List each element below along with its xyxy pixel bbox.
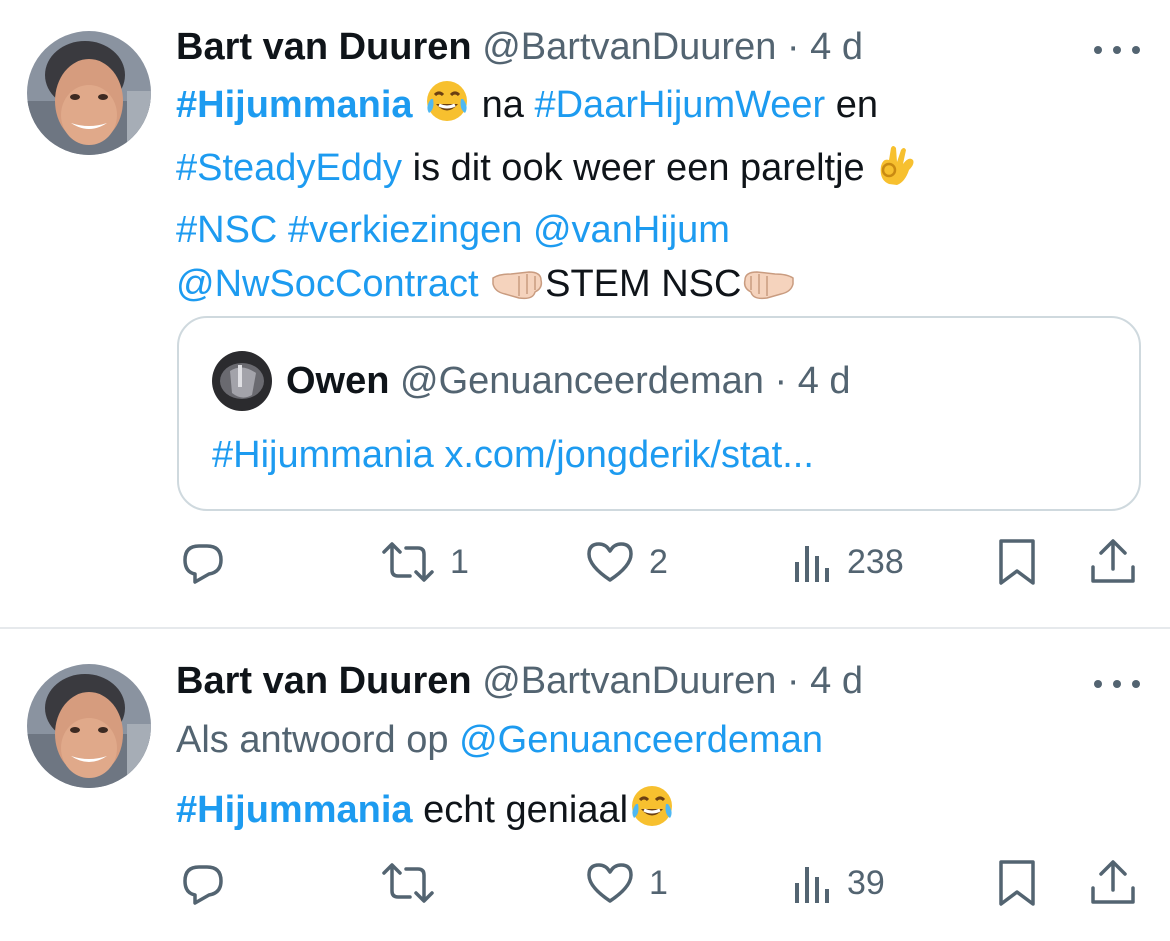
quoted-author-handle[interactable]: @Genuanceerdeman: [400, 360, 764, 402]
mention-link[interactable]: @Genuanceerdeman: [459, 719, 823, 761]
tweet-text-segment: echt geniaal: [412, 789, 629, 831]
like-button[interactable]: 2: [585, 532, 668, 592]
repost-button[interactable]: 1: [380, 532, 469, 592]
reply-icon: [183, 865, 223, 905]
ok-hand-emoji-icon: [875, 140, 919, 203]
reply-button[interactable]: [179, 853, 227, 913]
quoted-tweet-header: Owen @Genuanceerdeman · 4 d: [286, 358, 851, 404]
repost-button[interactable]: [380, 853, 436, 913]
tweet-text: #Hijummania na #DaarHijumWeer en #Steady…: [176, 77, 1136, 319]
views-chart-icon: [795, 867, 829, 903]
header-separator: ·: [774, 360, 788, 402]
mention-link[interactable]: @vanHijum: [533, 209, 730, 251]
like-button[interactable]: 1: [585, 853, 668, 913]
hashtag-link[interactable]: #Hijummania: [176, 84, 413, 126]
like-count: 2: [649, 542, 668, 581]
header-separator: ·: [786, 26, 800, 68]
avatar-photo: [27, 31, 151, 155]
replying-to: Als antwoord op @Genuanceerdeman: [176, 713, 823, 767]
heart-icon: [587, 542, 633, 582]
bookmark-button[interactable]: [997, 853, 1037, 913]
views-button[interactable]: 238: [793, 532, 904, 592]
share-icon: [1091, 860, 1135, 904]
reply-icon: [183, 544, 223, 584]
view-count: 238: [847, 542, 904, 581]
author-avatar[interactable]: [27, 664, 151, 788]
views-button[interactable]: 39: [793, 853, 885, 913]
hashtag-link[interactable]: #Hijummania: [212, 434, 434, 476]
author-handle[interactable]: @BartvanDuuren: [482, 660, 776, 702]
action-bar: 1 2 238: [0, 532, 1170, 592]
repost-icon: [382, 863, 434, 903]
mention-link[interactable]: @NwSocContract: [176, 263, 479, 305]
hashtag-link[interactable]: #DaarHijumWeer: [534, 84, 825, 126]
reply-prefix: Als antwoord op: [176, 719, 460, 761]
tweet-text-segment: en: [825, 84, 879, 126]
author-name[interactable]: Bart van Duuren: [176, 660, 472, 702]
more-dots-icon[interactable]: [1094, 40, 1140, 60]
fist-right-emoji-icon: [489, 260, 545, 319]
tweet-1[interactable]: Bart van Duuren @BartvanDuuren · 4 d #Hi…: [0, 0, 1170, 627]
share-button[interactable]: [1089, 853, 1137, 913]
tweet-line-2: #SteadyEddy is dit ook weer een pareltje: [176, 140, 1136, 203]
avatar-photo: [212, 351, 272, 411]
tweet-header: Bart van Duuren @BartvanDuuren · 4 d: [176, 22, 863, 72]
tweet-text: #Hijummania echt geniaal: [176, 782, 1136, 845]
author-handle[interactable]: @BartvanDuuren: [482, 26, 776, 68]
bookmark-icon: [999, 860, 1035, 906]
heart-icon: [587, 863, 633, 903]
hashtag-link[interactable]: #NSC: [176, 209, 277, 251]
like-count: 1: [649, 863, 668, 902]
hashtag-link[interactable]: #SteadyEddy: [176, 147, 402, 189]
tweet-text-segment: na: [471, 84, 535, 126]
repost-icon: [382, 542, 434, 582]
views-chart-icon: [795, 546, 829, 582]
reply-button[interactable]: [179, 532, 227, 592]
repost-count: 1: [450, 542, 469, 581]
joy-emoji-icon: [423, 77, 471, 140]
bookmark-button[interactable]: [997, 532, 1037, 592]
tweet-2[interactable]: Bart van Duuren @BartvanDuuren · 4 d Als…: [0, 629, 1170, 941]
hashtag-link[interactable]: #verkiezingen: [288, 209, 522, 251]
tweet-line-4: @NwSocContract STEM NSC: [176, 257, 1136, 319]
url-link[interactable]: x.com/jongderik/stat...: [444, 434, 814, 476]
quoted-tweet-text: #Hijummania x.com/jongderik/stat...: [212, 428, 814, 482]
share-button[interactable]: [1089, 532, 1137, 592]
quoted-tweet-time[interactable]: 4 d: [798, 360, 851, 402]
view-count: 39: [847, 863, 885, 902]
tweet-time[interactable]: 4 d: [810, 660, 863, 702]
tweet-time[interactable]: 4 d: [810, 26, 863, 68]
joy-emoji-icon: [628, 782, 676, 845]
quoted-tweet[interactable]: Owen @Genuanceerdeman · 4 d #Hijummania …: [177, 316, 1141, 511]
quoted-author-name[interactable]: Owen: [286, 360, 389, 402]
author-avatar[interactable]: [27, 31, 151, 155]
author-name[interactable]: Bart van Duuren: [176, 26, 472, 68]
quoted-author-avatar[interactable]: [212, 351, 272, 411]
tweet-header: Bart van Duuren @BartvanDuuren · 4 d: [176, 656, 863, 706]
bookmark-icon: [999, 539, 1035, 585]
action-bar: 1 39: [0, 853, 1170, 913]
more-dots-icon[interactable]: [1094, 674, 1140, 694]
avatar-photo: [27, 664, 151, 788]
hashtag-link[interactable]: #Hijummania: [176, 789, 413, 831]
tweet-line-1: #Hijummania na #DaarHijumWeer en: [176, 77, 1136, 140]
share-icon: [1091, 539, 1135, 583]
fist-left-emoji-icon: [741, 260, 797, 319]
tweet-text-segment: STEM NSC: [545, 263, 742, 305]
tweet-text-segment: is dit ook weer een pareltje: [402, 147, 865, 189]
header-separator: ·: [786, 660, 800, 702]
tweet-line-3: #NSC #verkiezingen @vanHijum: [176, 203, 1136, 257]
